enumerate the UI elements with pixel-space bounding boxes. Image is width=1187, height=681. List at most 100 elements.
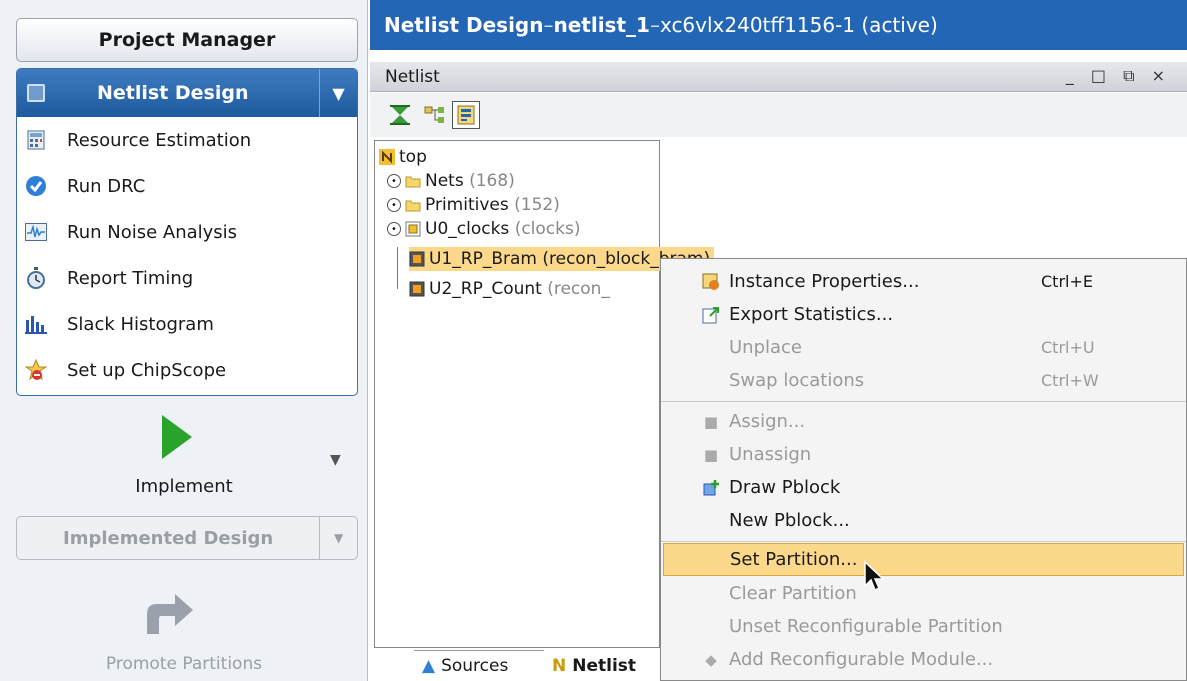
play-icon[interactable] [162, 415, 192, 459]
menu-instance-properties[interactable]: Instance Properties... Ctrl+E [661, 265, 1186, 298]
expand-icon[interactable]: • [387, 174, 401, 188]
panel-tabs: ▲ Sources N Netlist [370, 650, 670, 681]
netlist-tree: top • Nets (168) • Primitives (152) • U0… [374, 140, 715, 648]
netlist-panel-title: Netlist [385, 66, 440, 87]
run-noise-analysis-label: Run Noise Analysis [67, 221, 238, 243]
tree-node-name: U1_RP_Bram [429, 249, 537, 269]
menu-label: Draw Pblock [729, 477, 841, 498]
menu-unplace[interactable]: Unplace Ctrl+U [661, 331, 1186, 364]
implemented-design-button[interactable]: Implemented Design ▼ [16, 516, 358, 560]
title-netlist-design: Netlist Design [384, 13, 544, 37]
histogram-icon [25, 313, 47, 335]
expand-icon[interactable]: • [387, 222, 401, 236]
project-manager-button[interactable]: Project Manager [16, 18, 358, 62]
show-instances-icon[interactable] [452, 101, 480, 129]
implemented-design-label: Implemented Design [63, 527, 274, 549]
menu-clear-partition[interactable]: Clear Partition [661, 577, 1186, 610]
instance-icon [409, 281, 425, 297]
tree-node-name: Nets [425, 171, 464, 191]
menu-set-partition[interactable]: Set Partition... [663, 543, 1184, 576]
menu-unset-reconfigurable-partition[interactable]: Unset Reconfigurable Partition [661, 610, 1186, 643]
instance-icon [409, 251, 425, 267]
tree-node-u2-rp-count[interactable]: U2_RP_Count (recon_ [409, 277, 610, 301]
menu-new-pblock[interactable]: New Pblock... [661, 504, 1186, 537]
tree-node-nets[interactable]: • Nets (168) [387, 169, 515, 193]
tree-node-u0-clocks[interactable]: • U0_clocks (clocks) [387, 217, 580, 241]
tab-sources-label: Sources [441, 656, 509, 676]
slack-histogram-item[interactable]: Slack Histogram [17, 301, 357, 347]
implement-section: ▼ Implement [0, 410, 368, 510]
menu-assign[interactable]: ■ Assign... [661, 405, 1186, 438]
instance-icon [405, 221, 421, 237]
netlist-design-section: Netlist Design ▼ Resource Estimation Run… [16, 68, 358, 396]
menu-shortcut: Ctrl+E [1041, 272, 1093, 291]
set-up-chipscope-item[interactable]: Set up ChipScope [17, 347, 357, 393]
menu-label: Unplace [729, 337, 803, 358]
calculator-icon [25, 129, 47, 151]
tree-root[interactable]: top [379, 145, 427, 169]
netlist-toolbar [370, 93, 1187, 137]
netlist-design-header[interactable]: Netlist Design ▼ [17, 69, 357, 117]
menu-label: Unassign [729, 444, 812, 465]
netlist-design-icon [27, 84, 45, 102]
title-part: xc6vlx240tff1156-1 (active) [659, 13, 938, 37]
run-drc-item[interactable]: Run DRC [17, 163, 357, 209]
context-menu: Instance Properties... Ctrl+E Export Sta… [660, 258, 1187, 681]
expand-icon[interactable]: • [387, 198, 401, 212]
menu-shortcut: Ctrl+W [1041, 371, 1099, 390]
report-timing-label: Report Timing [67, 267, 194, 289]
run-noise-analysis-item[interactable]: Run Noise Analysis [17, 209, 357, 255]
menu-label: Instance Properties... [729, 271, 920, 292]
report-timing-item[interactable]: Report Timing [17, 255, 357, 301]
collapse-all-icon[interactable] [386, 101, 414, 129]
folder-icon [405, 197, 421, 213]
flow-navigator: Project Manager Netlist Design ▼ Resourc… [0, 0, 368, 681]
menu-label: Unset Reconfigurable Partition [729, 616, 1003, 637]
tree-node-name: U0_clocks [425, 219, 510, 239]
window-buttons[interactable]: _ □ ⧉ × [1066, 66, 1171, 86]
resource-estimation-item[interactable]: Resource Estimation [17, 117, 357, 163]
menu-swap-locations[interactable]: Swap locations Ctrl+W [661, 364, 1186, 397]
tree-node-name: U2_RP_Count [429, 279, 542, 299]
netlist-icon: N [552, 655, 567, 676]
chevron-down-icon[interactable]: ▼ [330, 452, 341, 468]
assign-icon: ■ [703, 412, 719, 431]
module-icon: ◆ [705, 650, 717, 669]
window-title-bar: Netlist Design – netlist_1 – xc6vlx240tf… [370, 0, 1187, 50]
draw-pblock-icon [701, 478, 721, 498]
menu-label: New Pblock... [729, 510, 850, 531]
menu-label: Add Reconfigurable Module... [729, 649, 994, 670]
menu-draw-pblock[interactable]: Draw Pblock [661, 471, 1186, 504]
resource-estimation-label: Resource Estimation [67, 129, 252, 151]
implement-label[interactable]: Implement [0, 476, 368, 497]
properties-icon [701, 272, 721, 292]
unassign-icon: ■ [703, 445, 719, 464]
expand-hierarchy-icon[interactable] [420, 101, 448, 129]
menu-label: Clear Partition [729, 583, 857, 604]
run-drc-label: Run DRC [67, 175, 146, 197]
tab-netlist-label: Netlist [572, 655, 637, 676]
menu-label: Swap locations [729, 370, 865, 391]
tab-sources[interactable]: ▲ Sources [414, 650, 544, 681]
tab-netlist[interactable]: N Netlist [544, 650, 670, 681]
promote-partitions-icon[interactable] [141, 586, 197, 636]
menu-add-reconfigurable-module[interactable]: ◆ Add Reconfigurable Module... [661, 643, 1186, 676]
slack-histogram-label: Slack Histogram [67, 313, 214, 335]
export-icon [701, 305, 721, 325]
menu-unassign[interactable]: ■ Unassign [661, 438, 1186, 471]
netlist-icon [379, 149, 395, 165]
tree-node-count: (recon_ [547, 279, 610, 299]
chevron-down-icon[interactable]: ▼ [319, 69, 357, 117]
folder-icon [405, 173, 421, 189]
menu-separator [661, 541, 1186, 542]
netlist-panel-header: Netlist _ □ ⧉ × [370, 62, 1187, 92]
tree-node-primitives[interactable]: • Primitives (152) [387, 193, 560, 217]
set-up-chipscope-label: Set up ChipScope [67, 359, 227, 381]
menu-export-statistics[interactable]: Export Statistics... [661, 298, 1186, 331]
title-separator: – [543, 13, 554, 37]
chevron-down-icon[interactable]: ▼ [319, 516, 357, 560]
menu-shortcut: Ctrl+U [1041, 338, 1095, 357]
tree-node-count: (168) [469, 171, 515, 191]
tree-root-label: top [399, 147, 427, 167]
mouse-cursor-icon [862, 560, 888, 594]
